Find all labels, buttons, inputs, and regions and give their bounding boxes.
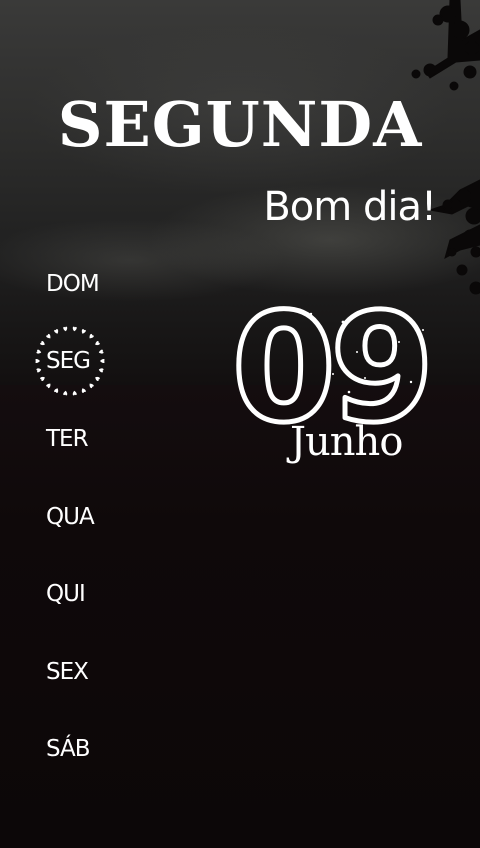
weekday-item-seg-selected: SEG [26, 326, 126, 396]
heart-icon [35, 359, 40, 363]
weekday-label: DOM [46, 271, 100, 297]
heart-icon [81, 328, 86, 334]
heart-icon [36, 349, 42, 354]
heart-icon [100, 359, 105, 363]
weekday-label: TER [46, 426, 89, 452]
weekday-item-dom: DOM [26, 262, 126, 306]
date-day-number: 09 [229, 282, 437, 442]
heart-icon [81, 388, 86, 394]
heart-icon [95, 376, 100, 382]
heart-icon [46, 383, 51, 389]
heart-icon [63, 390, 68, 396]
date-month: Junho [290, 419, 403, 465]
heart-icon [72, 326, 77, 332]
heart-icon [89, 383, 94, 389]
heart-icon [98, 368, 104, 373]
weekday-label: QUA [46, 504, 95, 530]
weekday-label: QUI [46, 581, 86, 607]
weekday-item-qua: QUA [26, 495, 126, 539]
weekday-item-ter: TER [26, 417, 126, 461]
date-day-text: 09 [232, 282, 429, 442]
weekday-item-sab: SÁB [26, 727, 126, 771]
heart-icon [40, 340, 45, 346]
heart-icon [40, 376, 45, 382]
heart-icon [72, 390, 77, 396]
heart-icon [89, 333, 94, 339]
heart-icon [95, 340, 100, 346]
weekday-label: SÁB [46, 736, 91, 762]
greeting-text: Bom dia! [263, 184, 437, 230]
heart-icon [54, 328, 59, 334]
weekday-item-qui: QUI [26, 572, 126, 616]
weekday-label: SEX [46, 659, 89, 685]
heart-icon [46, 333, 51, 339]
heart-icon [63, 326, 68, 332]
weekday-label: SEG [46, 348, 91, 374]
heart-icon [36, 368, 42, 373]
heart-icon [98, 349, 104, 354]
weekday-item-sex: SEX [26, 650, 126, 694]
heart-icon [54, 388, 59, 394]
weekday-title: SEGUNDA [57, 88, 423, 161]
